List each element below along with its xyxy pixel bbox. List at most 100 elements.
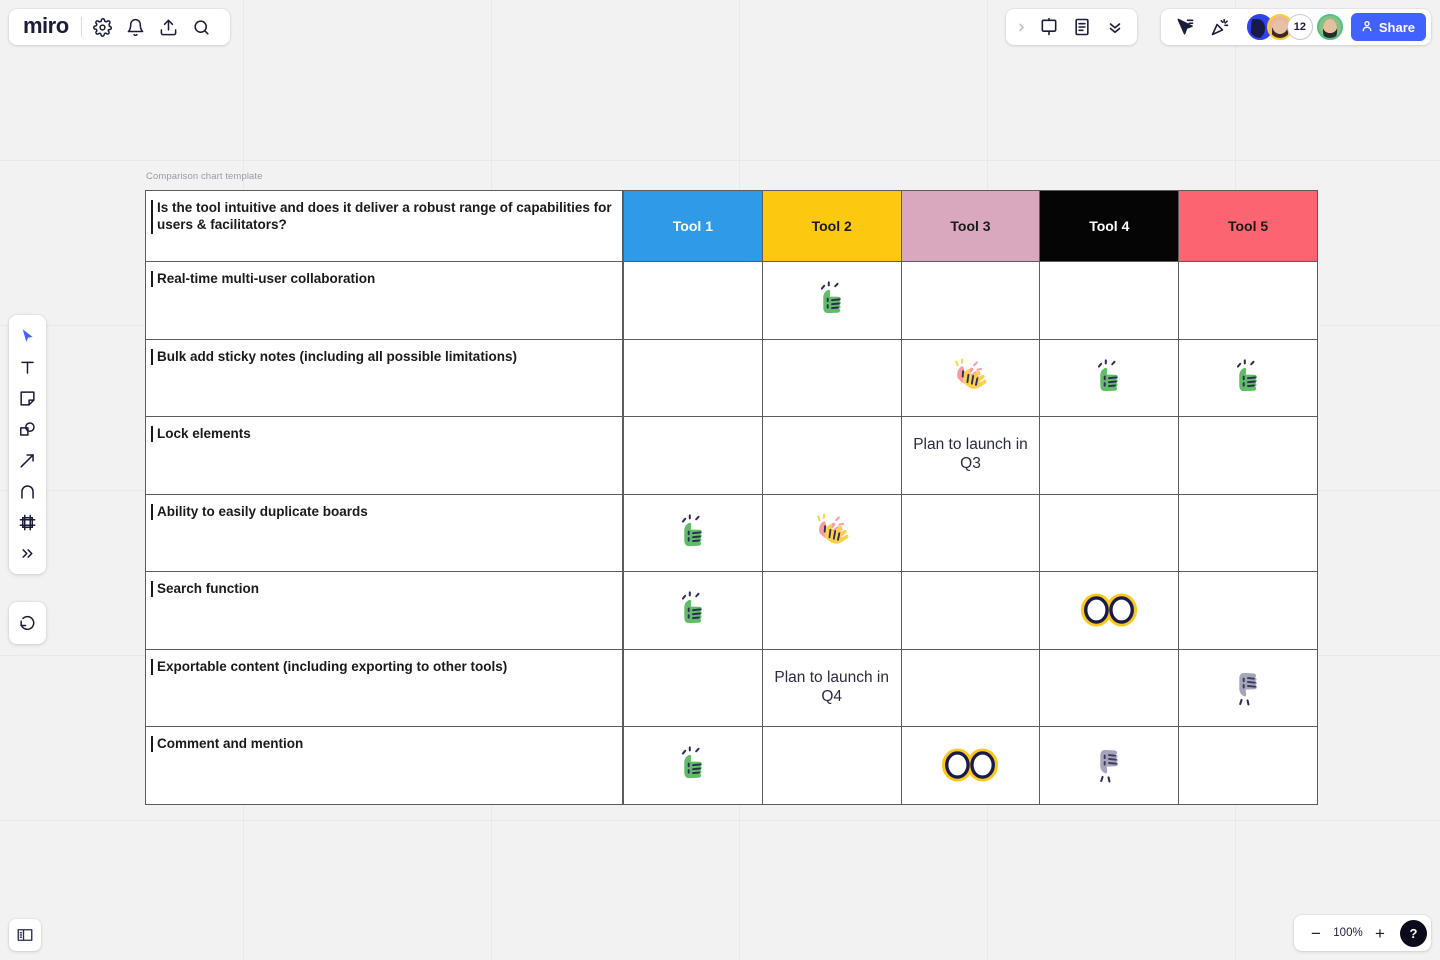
comparison-chart-table[interactable]: Is the tool intuitive and does it delive… [145,190,1318,805]
help-button[interactable]: ? [1400,919,1427,947]
table-row: Search function [146,571,1317,649]
table-cell[interactable] [1178,262,1317,339]
table-cell[interactable] [1039,339,1178,416]
table-cell[interactable] [900,649,1040,726]
chevron-right-icon[interactable] [1010,11,1032,44]
table-cell[interactable]: Plan to launch in Q4 [761,649,901,726]
table-cell[interactable] [1178,727,1317,804]
frame-tool[interactable] [13,507,43,537]
table-cell[interactable] [1039,417,1178,494]
table-cell[interactable] [1039,727,1178,804]
clapping-hands-emoji [816,513,849,544]
clapping-hands-emoji [955,358,988,389]
miro-logo[interactable]: miro [23,15,69,39]
table-row: Lock elements Plan to launch in Q3 [146,416,1317,494]
table-cell[interactable] [761,494,901,571]
header-question-cell[interactable]: Is the tool intuitive and does it delive… [146,191,623,261]
undo-button[interactable] [13,608,43,638]
shapes-tool[interactable] [13,414,43,444]
column-header-2[interactable]: Tool 2 [761,191,901,261]
sticky-note-tool[interactable] [13,383,43,413]
table-cell[interactable] [1039,494,1178,571]
cursor-chat-icon[interactable] [1169,11,1202,44]
table-cell[interactable]: Plan to launch in Q3 [900,417,1040,494]
more-tools[interactable] [13,538,43,568]
avatar-user-2[interactable] [1316,14,1343,40]
zoom-toolbar: − 100% + ? [1294,915,1431,951]
column-header-3[interactable]: Tool 3 [900,191,1040,261]
criterion-cell[interactable]: Real-time multi-user collaboration [146,262,623,339]
criterion-label: Ability to easily duplicate boards [151,503,622,520]
table-cell[interactable] [761,727,901,804]
table-cell[interactable] [900,494,1040,571]
zoom-out-button[interactable]: − [1304,920,1328,946]
table-cell[interactable] [1178,339,1317,416]
column-header-label: Tool 3 [950,218,991,234]
creation-toolbar [9,315,46,574]
panel-toggle-button[interactable] [9,919,41,951]
undo-toolbar [9,602,46,644]
share-button[interactable]: Share [1350,13,1426,41]
chevrons-down-icon[interactable] [1098,11,1131,44]
table-cell[interactable] [761,339,901,416]
column-header-label: Tool 4 [1089,218,1130,234]
table-cell[interactable] [900,262,1040,339]
criterion-cell[interactable]: Ability to easily duplicate boards [146,494,623,571]
criterion-cell[interactable]: Lock elements [146,417,623,494]
table-cell[interactable] [623,727,762,804]
brand-toolbar: miro [9,9,230,45]
table-row: Real-time multi-user collaboration [146,261,1317,339]
upload-icon[interactable] [152,11,185,44]
thumbs-up-emoji [681,591,702,624]
criterion-cell[interactable]: Exportable content (including exporting … [146,649,623,726]
table-cell[interactable] [623,339,762,416]
table-cell[interactable] [1178,494,1317,571]
table-cell[interactable] [1039,649,1178,726]
table-cell[interactable] [623,572,762,649]
celebrate-icon[interactable] [1204,11,1237,44]
present-icon[interactable] [1032,11,1065,44]
criterion-cell[interactable]: Search function [146,572,623,649]
zoom-level-label[interactable]: 100% [1331,927,1365,939]
avatar-group[interactable]: 12 [1246,14,1343,40]
table-cell[interactable] [623,649,762,726]
table-cell[interactable] [1178,649,1317,726]
column-header-label: Tool 5 [1227,218,1269,234]
column-header-4[interactable]: Tool 4 [1039,191,1179,261]
table-cell[interactable] [761,262,901,339]
table-cell[interactable] [900,727,1040,804]
criterion-cell[interactable]: Bulk add sticky notes (including all pos… [146,339,623,416]
table-cell[interactable] [900,572,1040,649]
table-cell[interactable] [1178,417,1317,494]
text-tool[interactable] [13,352,43,382]
table-cell[interactable] [900,339,1040,416]
gear-icon[interactable] [86,11,119,44]
notes-icon[interactable] [1065,11,1098,44]
table-cell[interactable] [761,417,901,494]
cell-note-text: Plan to launch in Q3 [913,436,1028,473]
table-cell[interactable] [1039,262,1178,339]
zoom-in-button[interactable]: + [1368,920,1392,946]
table-cell[interactable] [1178,572,1317,649]
share-button-label: Share [1378,19,1415,35]
criterion-label: Bulk add sticky notes (including all pos… [151,348,622,365]
table-cell[interactable] [761,572,901,649]
table-cell[interactable] [623,262,762,339]
board-canvas[interactable]: Comparison chart template Is the tool in… [0,0,1440,960]
column-header-1[interactable]: Tool 1 [623,191,762,261]
table-cell[interactable] [1039,572,1178,649]
pen-tool[interactable] [13,476,43,506]
select-tool[interactable] [13,321,43,351]
table-cell[interactable] [623,417,762,494]
search-icon[interactable] [185,11,218,44]
bell-icon[interactable] [119,11,152,44]
column-header-5[interactable]: Tool 5 [1178,191,1317,261]
connection-line-tool[interactable] [13,445,43,475]
table-cell[interactable] [623,494,762,571]
present-toolbar [1006,9,1137,45]
table-row: Exportable content (including exporting … [146,648,1317,726]
criterion-label: Real-time multi-user collaboration [151,271,622,288]
criterion-cell[interactable]: Comment and mention [146,727,623,804]
avatar-overflow-count[interactable]: 12 [1286,14,1313,40]
table-row: Comment and mention [146,726,1317,804]
